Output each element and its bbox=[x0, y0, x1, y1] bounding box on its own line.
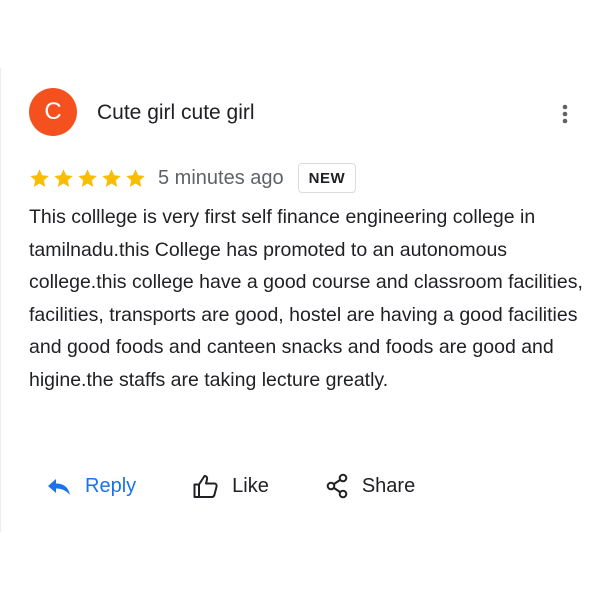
reply-label: Reply bbox=[85, 474, 137, 497]
more-options-button[interactable] bbox=[552, 100, 578, 128]
avatar[interactable]: C bbox=[29, 88, 77, 136]
star-icon bbox=[54, 168, 73, 187]
share-button[interactable]: Share bbox=[325, 473, 415, 499]
star-icon bbox=[102, 168, 121, 187]
like-button[interactable]: Like bbox=[192, 474, 269, 499]
thumb-up-icon bbox=[193, 474, 218, 498]
star-icon bbox=[78, 168, 97, 187]
review-text: This colllege is very first self finance… bbox=[29, 206, 583, 391]
review-actions: Reply Like Share bbox=[46, 466, 415, 506]
share-label: Share bbox=[361, 474, 416, 497]
review-time: 5 minutes ago bbox=[158, 166, 284, 189]
like-label: Like bbox=[232, 474, 269, 497]
author-name[interactable]: Cute girl cute girl bbox=[97, 101, 255, 125]
review-meta: 5 minutes ago NEW bbox=[29, 161, 357, 195]
new-badge: NEW bbox=[297, 163, 357, 193]
star-icon bbox=[126, 168, 145, 187]
star-icon bbox=[30, 168, 49, 187]
reply-icon bbox=[48, 479, 70, 495]
more-vert-icon bbox=[562, 104, 568, 124]
reply-button[interactable]: Reply bbox=[46, 475, 136, 498]
share-icon bbox=[326, 473, 348, 499]
star-rating bbox=[29, 168, 146, 189]
